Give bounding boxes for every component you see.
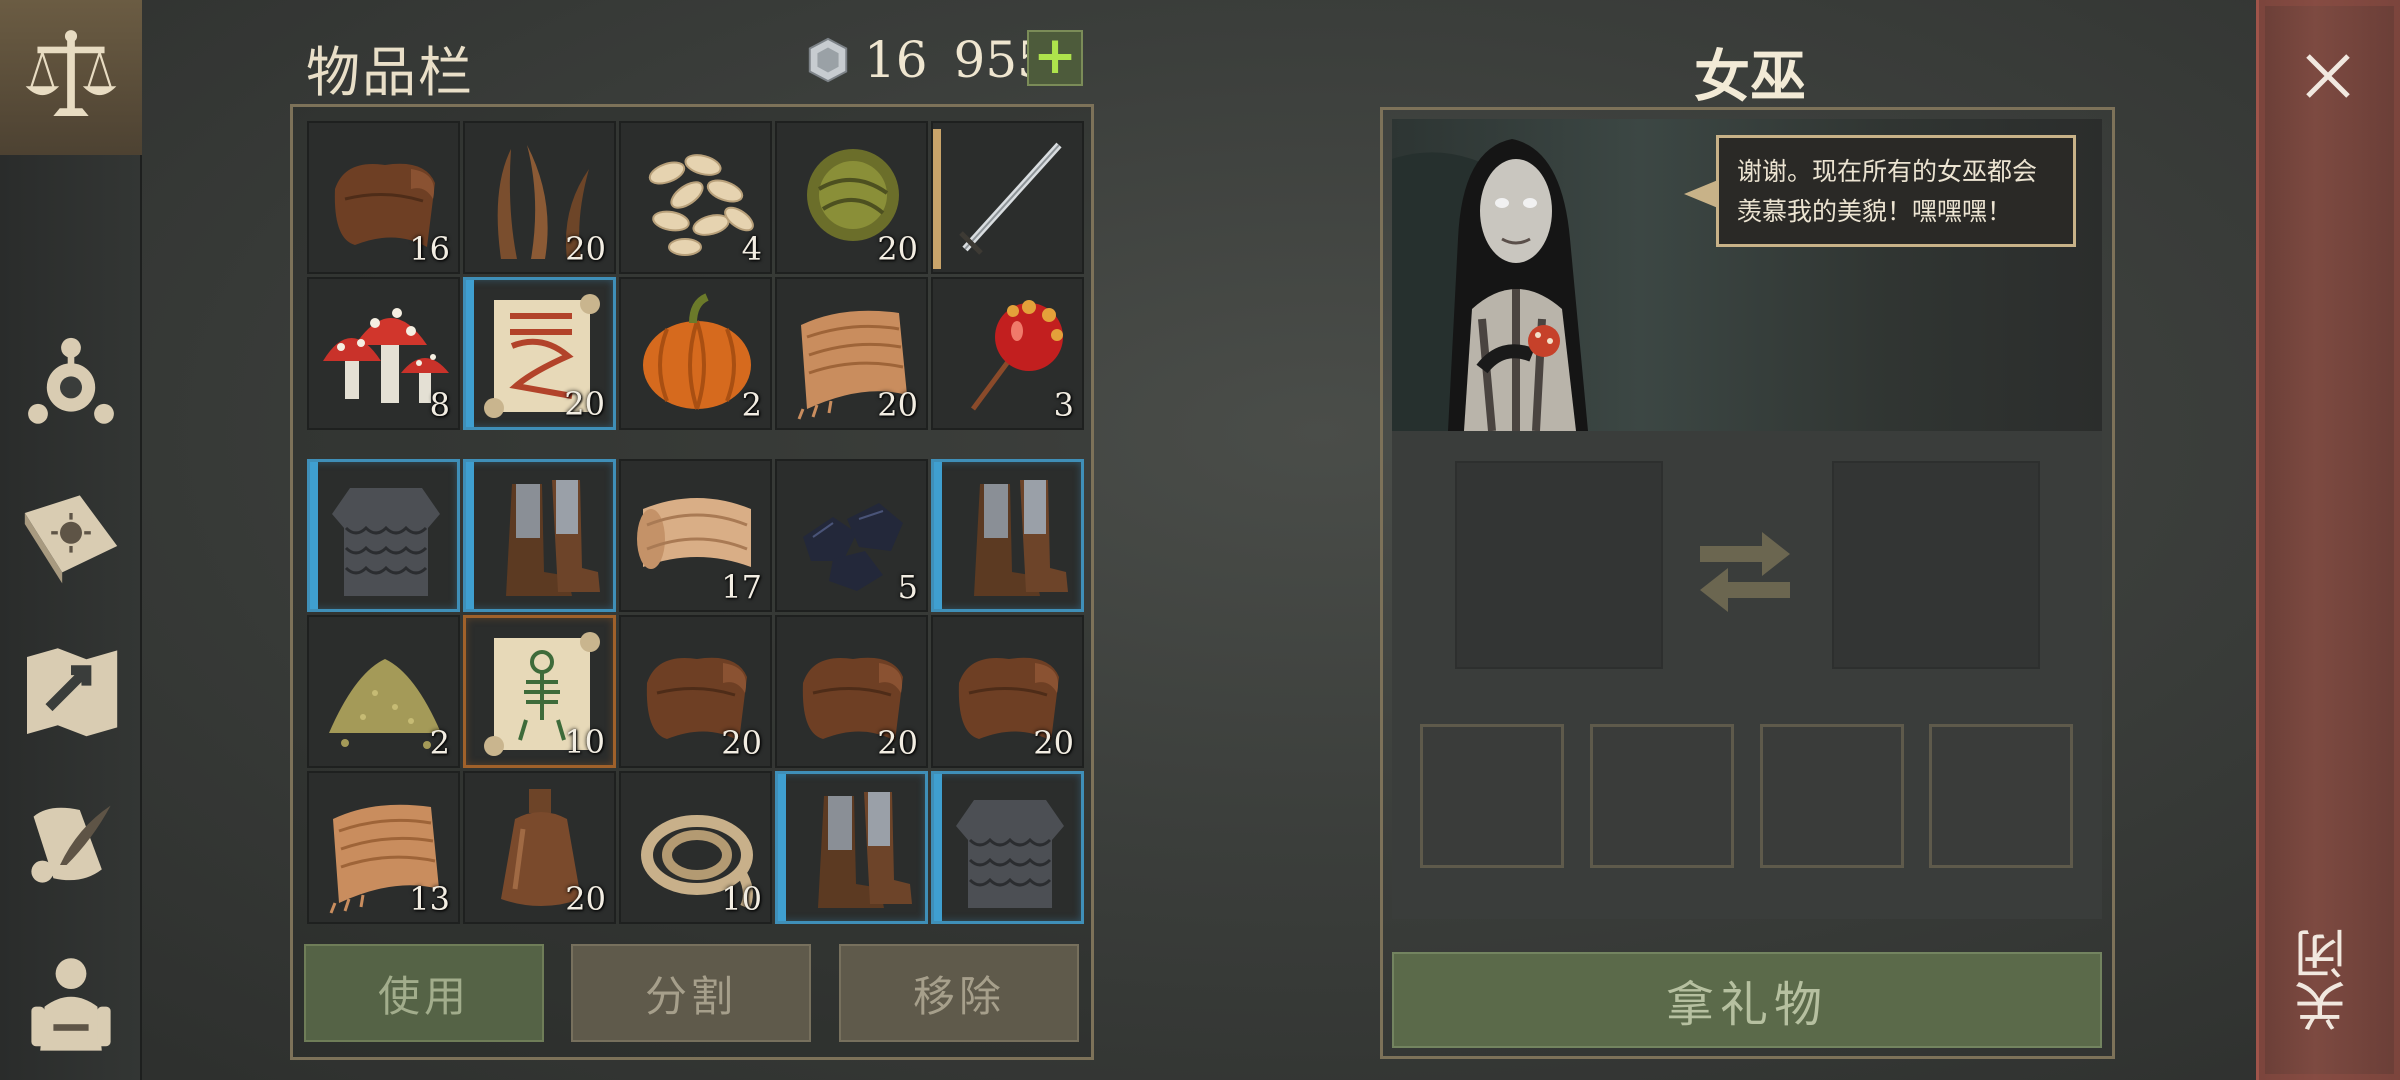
item-count: 20: [877, 386, 918, 424]
reward-slot-4[interactable]: [1929, 724, 2073, 868]
inventory-slot[interactable]: 2: [619, 277, 772, 430]
item-count: 20: [877, 724, 918, 762]
item-count: 20: [565, 880, 606, 918]
item-count: 20: [565, 230, 606, 268]
inventory-slot[interactable]: [775, 771, 928, 924]
scales-icon: [25, 29, 117, 116]
inventory-slot[interactable]: [931, 771, 1084, 924]
inventory-slot[interactable]: 10: [619, 771, 772, 924]
item-count: 8: [429, 386, 450, 424]
inventory-slot[interactable]: 17: [619, 459, 772, 612]
sword-icon: [959, 142, 1062, 255]
inventory-slot[interactable]: [463, 459, 616, 612]
nav-item-character[interactable]: [0, 935, 142, 1065]
inventory-grid-bottom: 17 5 2 10 20 20 20 13 20 10: [307, 459, 1084, 924]
inventory-slot[interactable]: 20: [775, 277, 928, 430]
item-count: 20: [877, 230, 918, 268]
character-icon: [31, 958, 111, 1051]
item-count: 16: [409, 230, 450, 268]
nav-item-journal[interactable]: [0, 470, 142, 600]
item-count: 3: [1053, 386, 1074, 424]
inventory-slot[interactable]: 20: [619, 615, 772, 768]
inventory-slot[interactable]: 20: [463, 277, 616, 430]
sun-book-icon: [24, 495, 118, 584]
inventory-slot[interactable]: [931, 459, 1084, 612]
boots-icon: [818, 792, 912, 908]
item-count: 2: [429, 724, 450, 762]
reward-slot-3[interactable]: [1760, 724, 1904, 868]
item-count: 5: [897, 568, 918, 606]
scale-armor-icon: [332, 488, 440, 596]
nav-item-crafting[interactable]: [0, 318, 142, 448]
inventory-slot[interactable]: 4: [619, 121, 772, 274]
nav-item-map[interactable]: [0, 625, 142, 755]
scale-armor-icon: [956, 800, 1064, 908]
inventory-title: 物品栏: [306, 41, 474, 104]
use-button[interactable]: 使用: [304, 944, 544, 1042]
map-icon: [27, 648, 118, 737]
close-bar[interactable]: [2256, 0, 2400, 1080]
nav-item-quests[interactable]: [0, 778, 142, 908]
inventory-slot[interactable]: 20: [775, 615, 928, 768]
currency-display: 16 955: [804, 30, 1049, 90]
inventory-slot[interactable]: 5: [775, 459, 928, 612]
reward-slot-2[interactable]: [1590, 724, 1734, 868]
inventory-slot[interactable]: 8: [307, 277, 460, 430]
inventory-slot[interactable]: 3: [931, 277, 1084, 430]
silver-coin-icon: [808, 37, 848, 83]
boots-icon: [974, 480, 1068, 596]
nav-item-trade[interactable]: [0, 0, 142, 155]
reward-slot-1[interactable]: [1420, 724, 1564, 868]
item-count: 20: [721, 724, 762, 762]
item-count: 10: [721, 880, 762, 918]
npc-title: 女巫: [1694, 45, 1806, 110]
boots-icon: [506, 480, 600, 596]
trade-slot-receive[interactable]: [1832, 461, 2040, 669]
item-count: 2: [741, 386, 762, 424]
get-gift-button[interactable]: 拿礼物: [1392, 952, 2102, 1048]
add-currency-button[interactable]: +: [1027, 30, 1083, 86]
item-count: 4: [741, 230, 762, 268]
inventory-slot[interactable]: 20: [775, 121, 928, 274]
left-nav: [0, 0, 142, 1080]
inventory-slot[interactable]: 16: [307, 121, 460, 274]
speech-bubble: 谢谢。现在所有的女巫都会 羡慕我的美貌！嘿嘿嘿！: [1716, 135, 2076, 247]
currency-value: 16 955: [864, 31, 1049, 89]
item-count: 20: [564, 385, 605, 423]
inventory-slot[interactable]: 2: [307, 615, 460, 768]
speech-bubble-tail: [1684, 180, 1718, 208]
inventory-slot[interactable]: 20: [931, 615, 1084, 768]
inventory-slot[interactable]: 13: [307, 771, 460, 924]
quill-scroll-icon: [31, 805, 111, 883]
item-count: 20: [1033, 724, 1074, 762]
remove-button[interactable]: 移除: [839, 944, 1079, 1042]
inventory-slot[interactable]: 20: [463, 121, 616, 274]
close-icon[interactable]: [2300, 48, 2356, 104]
close-label[interactable]: 关闭: [2290, 920, 2360, 1040]
trade-slot-give[interactable]: [1455, 461, 1663, 669]
item-count: 10: [564, 723, 605, 761]
item-count: 17: [721, 568, 762, 606]
inventory-slot[interactable]: 20: [463, 771, 616, 924]
split-button[interactable]: 分割: [571, 944, 811, 1042]
inventory-slot[interactable]: [307, 459, 460, 612]
compass-icon: [28, 337, 114, 424]
inventory-grid-top: 16 20 4 20 8 20 2 20 3: [307, 121, 1084, 430]
speech-line-2: 羡慕我的美貌！嘿嘿嘿！: [1737, 197, 2013, 226]
inventory-slot[interactable]: 10: [463, 615, 616, 768]
speech-line-1: 谢谢。现在所有的女巫都会: [1737, 157, 2038, 186]
item-count: 13: [409, 880, 450, 918]
exchange-arrows-icon: [1700, 532, 1790, 612]
inventory-slot[interactable]: [931, 121, 1084, 274]
